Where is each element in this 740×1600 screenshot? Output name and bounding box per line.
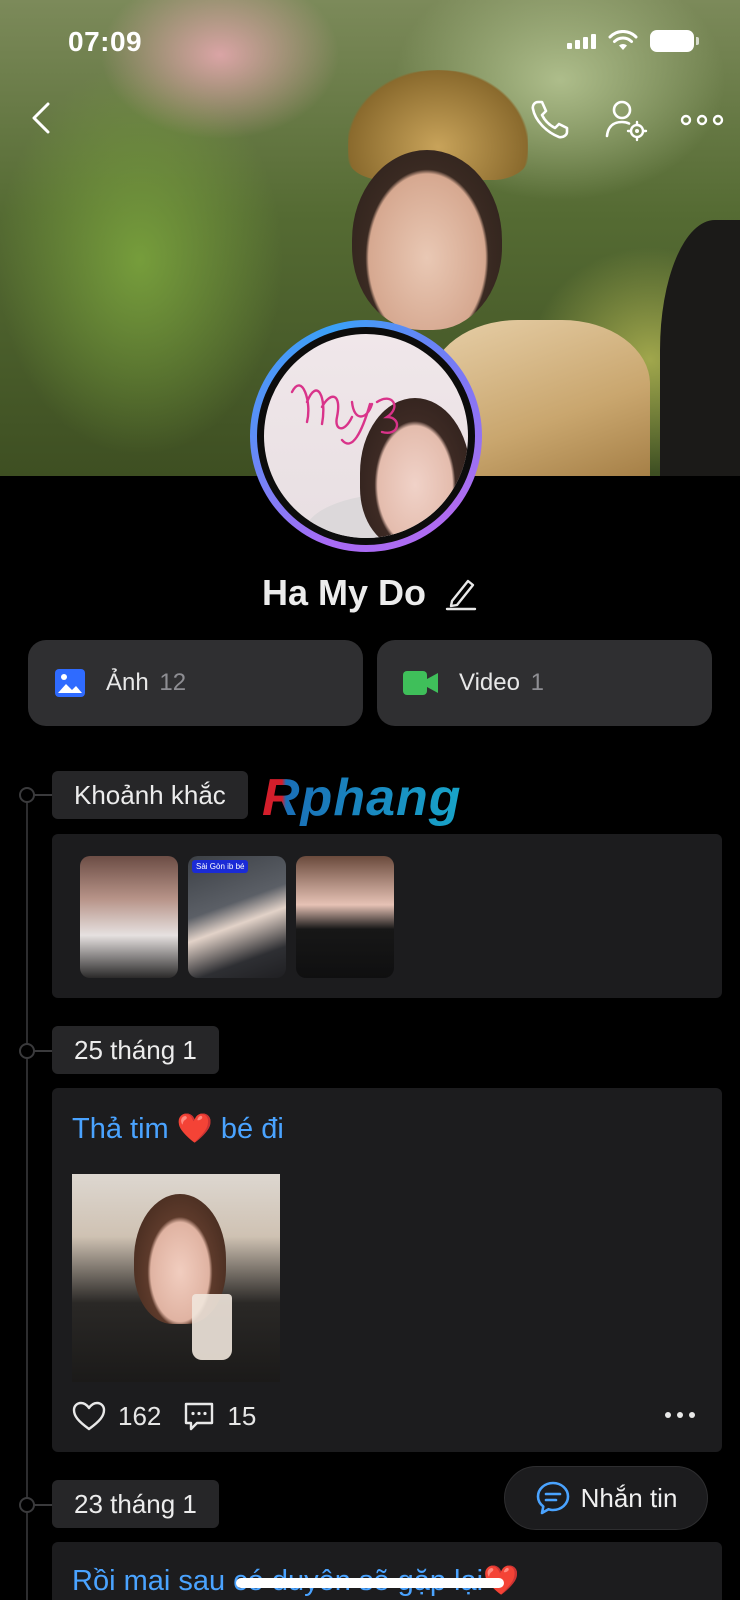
moments-card: Sài Gòn ib bé <box>52 834 722 998</box>
profile-name: Ha My Do <box>261 572 427 613</box>
cover-subject <box>352 150 502 330</box>
timeline-node <box>19 1043 35 1059</box>
timeline-link <box>34 1050 52 1052</box>
battery-icon <box>650 30 699 52</box>
post-card[interactable]: Rồi mai sau có duyên sẽ gặp lại❤️ <box>52 1542 722 1600</box>
videos-count: 1 <box>530 669 544 696</box>
profile-name-row: Ha My Do <box>0 572 740 614</box>
home-indicator[interactable] <box>236 1578 504 1588</box>
photos-label: Ảnh <box>106 669 149 696</box>
signal-icon <box>567 33 596 49</box>
photos-button[interactable]: Ảnh 12 <box>28 640 363 726</box>
video-icon <box>403 671 438 695</box>
post-more-icon[interactable] <box>664 1410 696 1420</box>
photo-icon <box>55 669 85 697</box>
post-photo[interactable] <box>72 1174 280 1382</box>
status-icons <box>567 30 699 52</box>
timeline-line <box>26 794 28 1600</box>
moments-label: Khoảnh khắc <box>52 771 248 819</box>
timeline-node <box>19 1497 35 1513</box>
post-text: Thả tim ❤️ bé đi <box>72 1113 284 1145</box>
timeline-link <box>34 794 52 796</box>
wifi-icon <box>608 30 638 50</box>
post-reactions: 162 15 <box>72 1400 256 1432</box>
avatar-signature-drawing <box>290 384 399 445</box>
heart-icon[interactable] <box>72 1401 106 1431</box>
comment-icon[interactable] <box>183 1400 215 1432</box>
post-card[interactable]: Thả tim ❤️ bé đi 162 15 <box>52 1088 722 1452</box>
cover-shadow <box>660 220 740 476</box>
moment-thumbnail[interactable] <box>296 856 394 978</box>
post-date: 25 tháng 1 <box>52 1026 219 1074</box>
photos-count: 12 <box>159 669 187 696</box>
timeline-node <box>19 787 35 803</box>
message-button-label: Nhắn tin <box>580 1482 678 1513</box>
post-date: 23 tháng 1 <box>52 1480 219 1528</box>
avatar-image <box>264 334 468 538</box>
back-icon[interactable] <box>20 96 64 140</box>
chat-bubble-icon <box>536 1481 569 1515</box>
edit-name-icon[interactable] <box>444 575 478 611</box>
phone-icon[interactable] <box>526 96 574 144</box>
moment-caption: Sài Gòn ib bé <box>192 860 249 873</box>
status-time: 07:09 <box>68 26 143 57</box>
watermark-logo: Rphang <box>262 769 462 827</box>
moment-thumbnail[interactable]: Sài Gòn ib bé <box>188 856 286 978</box>
videos-label: Video <box>459 669 520 696</box>
more-icon[interactable] <box>678 96 726 144</box>
moment-thumbnail[interactable] <box>80 856 178 978</box>
profile-settings-icon[interactable] <box>602 96 650 144</box>
likes-count: 162 <box>118 1400 162 1431</box>
comments-count: 15 <box>227 1400 257 1431</box>
timeline-link <box>34 1504 52 1506</box>
message-button[interactable]: Nhắn tin <box>504 1466 708 1530</box>
avatar[interactable] <box>250 320 482 552</box>
videos-button[interactable]: Video 1 <box>377 640 712 726</box>
